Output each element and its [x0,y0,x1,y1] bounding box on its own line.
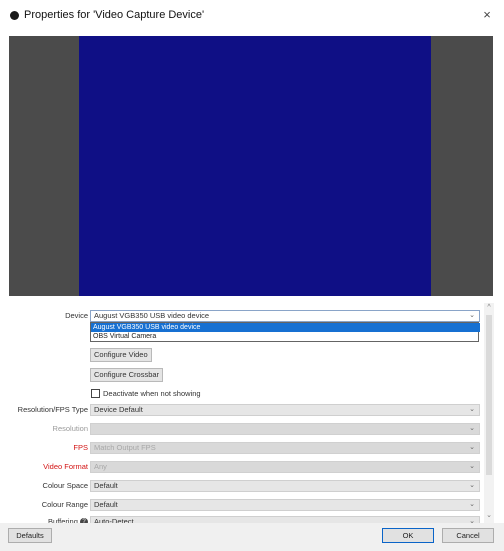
device-value: August VGB350 USB video device [94,311,210,320]
scroll-up-icon[interactable]: ^ [484,303,494,313]
device-option[interactable]: OBS Virtual Camera [91,332,480,341]
colour-space-select[interactable]: Default ⌄ [90,480,480,492]
colour-range-select[interactable]: Default ⌄ [90,499,480,511]
resolution-fps-type-label: Resolution/FPS Type [17,405,88,414]
fps-label: FPS [73,443,88,452]
configure-video-button[interactable]: Configure Video [90,348,152,362]
close-button[interactable]: × [478,7,496,23]
obs-logo-icon [10,11,19,20]
chevron-down-icon: ⌄ [469,444,475,451]
video-format-value: Any [94,462,107,471]
chevron-down-icon: ⌄ [469,501,475,508]
configure-crossbar-button[interactable]: Configure Crossbar [90,368,164,382]
fps-select[interactable]: Match Output FPS ⌄ [90,442,480,454]
chevron-down-icon: ⌄ [469,312,475,319]
fps-value: Match Output FPS [94,443,156,452]
video-format-select[interactable]: Any ⌄ [90,461,480,473]
chevron-down-icon: ⌄ [469,482,475,489]
deactivate-checkbox[interactable] [91,389,100,398]
chevron-down-icon: ⌄ [469,425,475,432]
colour-range-label: Colour Range [41,500,88,509]
chevron-down-icon: ⌄ [469,406,475,413]
device-label: Device [65,311,88,320]
resolution-fps-type-select[interactable]: Device Default ⌄ [90,404,480,416]
window-title: Properties for 'Video Capture Device' [24,9,205,21]
device-select[interactable]: August VGB350 USB video device ⌄ [90,310,480,322]
ok-button[interactable]: OK [382,528,434,543]
defaults-button[interactable]: Defaults [8,528,52,543]
colour-space-value: Default [94,481,118,490]
scroll-down-icon[interactable]: ⌄ [484,511,494,521]
resolution-label: Resolution [52,424,88,433]
resolution-input[interactable]: ⌄ [90,423,480,435]
video-preview-frame [79,36,431,296]
deactivate-label: Deactivate when not showing [103,389,201,398]
colour-range-value: Default [94,500,118,509]
dialog-button-bar: Defaults OK Cancel [0,523,504,551]
title-bar: Properties for 'Video Capture Device' × [0,0,504,30]
device-option-selected[interactable]: August VGB350 USB video device [91,323,480,332]
video-format-label: Video Format [43,462,88,471]
properties-scrollbar[interactable]: ^ ⌄ [484,303,494,523]
chevron-down-icon: ⌄ [469,463,475,470]
scrollbar-thumb[interactable] [486,315,492,475]
resolution-fps-type-value: Device Default [94,405,143,414]
preview-area [9,36,493,296]
device-dropdown-list: August VGB350 USB video device OBS Virtu… [90,322,480,342]
colour-space-label: Colour Space [42,481,88,490]
cancel-button[interactable]: Cancel [442,528,494,543]
